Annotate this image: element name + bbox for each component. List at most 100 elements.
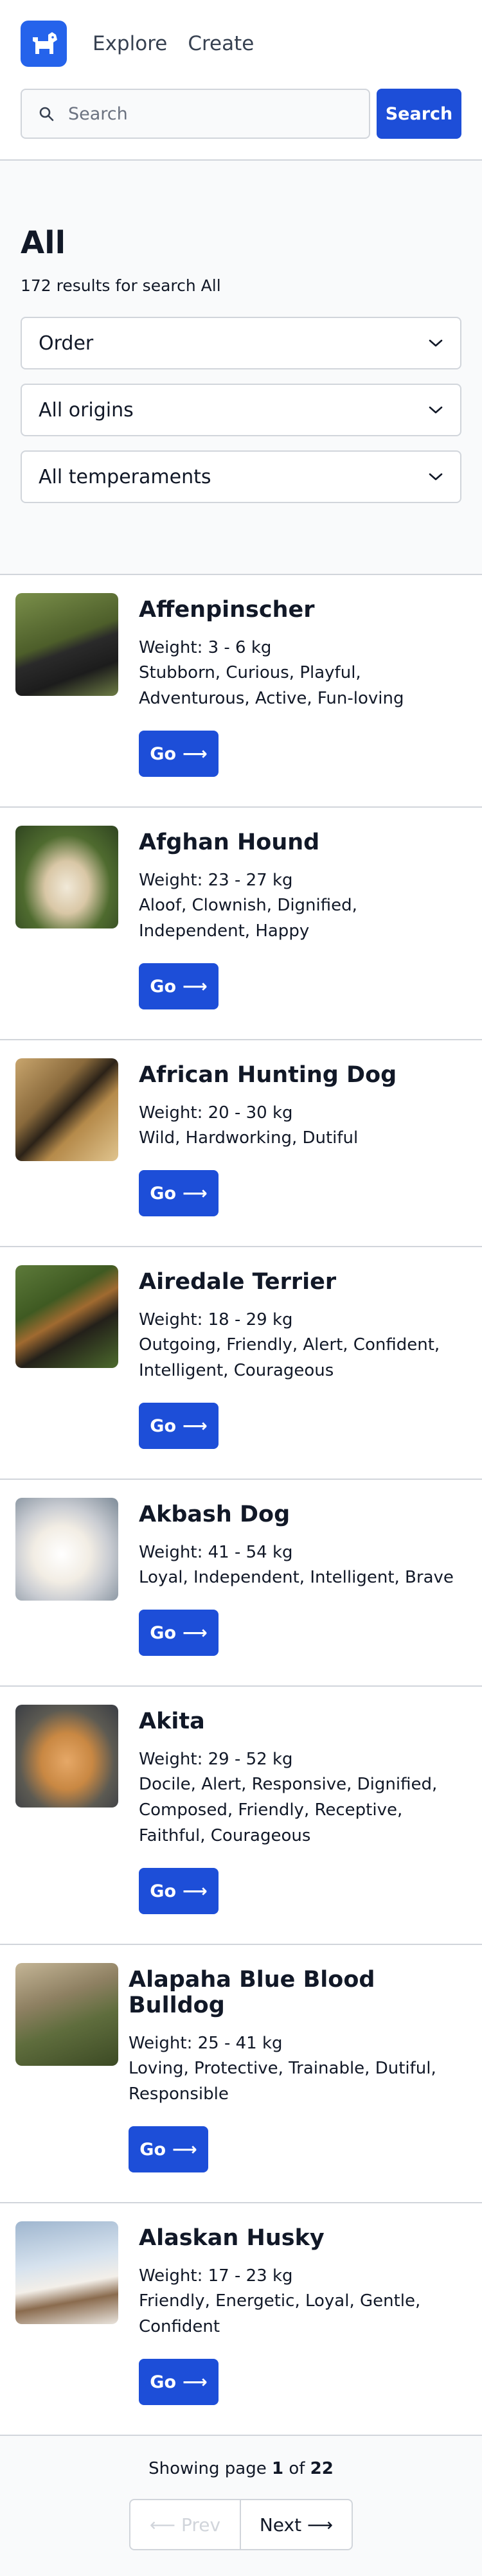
breed-temperament: Wild, Hardworking, Dutiful [139, 1128, 359, 1148]
search-bar: Search [21, 89, 461, 139]
page-info: Showing page 1 of 22 [0, 2459, 482, 2478]
breed-name: Akbash Dog [139, 1502, 290, 1527]
breed-card: Airedale Terrier Weight: 18 - 29 kg Outg… [0, 1247, 482, 1480]
breed-card: Alaskan Husky Weight: 17 - 23 kg Friendl… [0, 2203, 482, 2436]
search-icon [39, 107, 54, 121]
prev-label: Prev [181, 2514, 221, 2536]
page-info-showing: Showing page [148, 2459, 267, 2478]
breed-photo [15, 1963, 118, 2066]
next-button[interactable]: Next ⟶ [241, 2500, 352, 2549]
go-button-label: Go [150, 1416, 176, 1436]
go-button[interactable]: Go ⟶ [139, 1403, 219, 1449]
breed-temperament: Outgoing, Friendly, Alert, Confident, In… [139, 1335, 440, 1380]
breed-card: African Hunting Dog Weight: 20 - 30 kg W… [0, 1040, 482, 1247]
order-select-value: Order [39, 332, 94, 355]
order-select[interactable]: Order [21, 317, 461, 369]
go-button-label: Go [150, 1622, 176, 1643]
pagination-footer: Showing page 1 of 22 ⟵ Prev Next ⟶ [0, 2436, 482, 2576]
temperament-select[interactable]: All temperaments [21, 450, 461, 503]
nav-create-link[interactable]: Create [188, 32, 254, 55]
go-button-label: Go [139, 2139, 166, 2160]
chevron-down-icon [429, 406, 443, 414]
breed-card: Afghan Hound Weight: 23 - 27 kg Aloof, C… [0, 808, 482, 1040]
arrow-right-icon: ⟶ [183, 1416, 208, 1436]
total-pages: 22 [310, 2459, 334, 2478]
chevron-down-icon [429, 339, 443, 347]
arrow-right-icon: ⟶ [183, 976, 208, 997]
arrow-right-icon: ⟶ [183, 1183, 208, 1204]
breed-name: Alaskan Husky [139, 2225, 325, 2251]
breed-weight: Weight: 18 - 29 kg [139, 1310, 293, 1329]
arrow-left-icon: ⟵ [149, 2514, 176, 2536]
nav-explore-link[interactable]: Explore [93, 32, 167, 55]
go-button-label: Go [150, 2372, 176, 2392]
breed-photo [15, 593, 118, 696]
breed-photo [15, 2221, 118, 2324]
breed-card: Alapaha Blue Blood Bulldog Weight: 25 - … [0, 1945, 482, 2203]
go-button[interactable]: Go ⟶ [139, 1170, 219, 1216]
go-button-label: Go [150, 743, 176, 764]
breed-temperament: Loyal, Independent, Intelligent, Brave [139, 1568, 454, 1587]
breed-name: Afghan Hound [139, 830, 320, 855]
go-button[interactable]: Go ⟶ [139, 2359, 219, 2405]
breed-photo [15, 826, 118, 928]
go-button-label: Go [150, 976, 176, 997]
breed-name: Affenpinscher [139, 597, 315, 623]
breed-temperament: Stubborn, Curious, Playful, Adventurous,… [139, 663, 404, 708]
breed-card: Affenpinscher Weight: 3 - 6 kg Stubborn,… [0, 575, 482, 808]
breed-temperament: Aloof, Clownish, Dignified, Independent,… [139, 896, 357, 941]
breed-temperament: Docile, Alert, Responsive, Dignified, Co… [139, 1775, 438, 1845]
go-button[interactable]: Go ⟶ [139, 1610, 219, 1656]
chevron-down-icon [429, 473, 443, 481]
search-field[interactable] [21, 89, 370, 139]
breed-weight: Weight: 29 - 52 kg [139, 1750, 293, 1769]
breed-name: Akita [139, 1709, 205, 1734]
breed-name: African Hunting Dog [139, 1062, 397, 1088]
go-button[interactable]: Go ⟶ [139, 963, 219, 1009]
breed-photo [15, 1498, 118, 1601]
breed-photo [15, 1058, 118, 1161]
breed-list: Affenpinscher Weight: 3 - 6 kg Stubborn,… [0, 575, 482, 2436]
breed-weight: Weight: 23 - 27 kg [139, 871, 293, 890]
arrow-right-icon: ⟶ [183, 743, 208, 764]
next-label: Next [259, 2514, 302, 2536]
breed-card: Akita Weight: 29 - 52 kg Docile, Alert, … [0, 1687, 482, 1945]
dog-logo-icon[interactable] [21, 21, 67, 67]
breed-weight: Weight: 25 - 41 kg [129, 2034, 283, 2053]
arrow-right-icon: ⟶ [183, 1622, 208, 1643]
breed-weight: Weight: 3 - 6 kg [139, 638, 272, 657]
arrow-right-icon: ⟶ [183, 1881, 208, 1901]
breed-temperament: Friendly, Energetic, Loyal, Gentle, Conf… [139, 2291, 421, 2336]
breed-name: Alapaha Blue Blood Bulldog [129, 1967, 375, 2018]
site-header: Explore Create Search [0, 0, 482, 161]
arrow-right-icon: ⟶ [307, 2514, 334, 2536]
prev-button[interactable]: ⟵ Prev [130, 2500, 241, 2549]
page-info-of: of [289, 2459, 305, 2478]
breed-temperament: Loving, Protective, Trainable, Dutiful, … [129, 2059, 436, 2104]
breed-name: Airedale Terrier [139, 1269, 337, 1295]
results-count: 172 results for search All [21, 276, 221, 295]
nav-bar: Explore Create [21, 19, 461, 68]
go-button-label: Go [150, 1183, 176, 1204]
page-title: All [21, 225, 66, 261]
go-button-label: Go [150, 1881, 176, 1901]
search-input[interactable] [68, 103, 369, 124]
origin-select[interactable]: All origins [21, 384, 461, 436]
arrow-right-icon: ⟶ [183, 2372, 208, 2392]
pager: ⟵ Prev Next ⟶ [129, 2499, 353, 2550]
breed-card: Akbash Dog Weight: 41 - 54 kg Loyal, Ind… [0, 1480, 482, 1687]
breed-weight: Weight: 41 - 54 kg [139, 1543, 293, 1562]
breed-weight: Weight: 17 - 23 kg [139, 2266, 293, 2286]
origin-select-value: All origins [39, 398, 134, 422]
go-button[interactable]: Go ⟶ [129, 2126, 208, 2172]
breed-photo [15, 1265, 118, 1368]
arrow-right-icon: ⟶ [172, 2139, 197, 2160]
search-button[interactable]: Search [377, 89, 461, 139]
go-button[interactable]: Go ⟶ [139, 731, 219, 777]
go-button[interactable]: Go ⟶ [139, 1868, 219, 1914]
breed-photo [15, 1705, 118, 1808]
current-page: 1 [271, 2459, 284, 2478]
temperament-select-value: All temperaments [39, 465, 211, 488]
filter-section: All 172 results for search All Order All… [0, 161, 482, 575]
breed-weight: Weight: 20 - 30 kg [139, 1103, 293, 1123]
